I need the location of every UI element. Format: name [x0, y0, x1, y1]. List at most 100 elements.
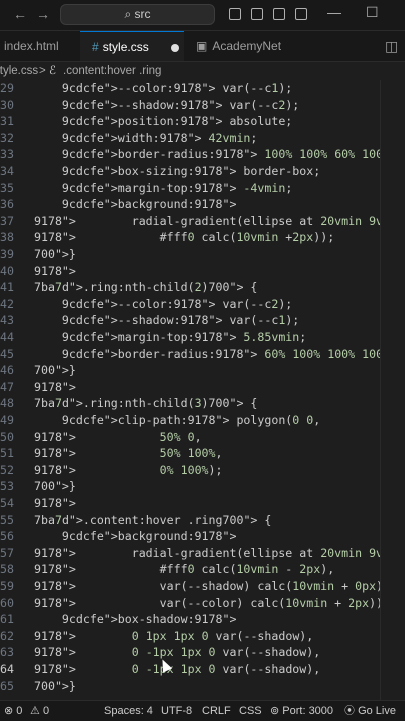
code-line[interactable]: 48 7ba7d">.ring:nth-child(3)700"> { — [0, 395, 380, 412]
eol-status[interactable]: CRLF — [202, 701, 231, 721]
code-line[interactable]: 47 9178"> — [0, 379, 380, 396]
command-center-search[interactable]: ⌕ src — [60, 4, 215, 25]
code-text[interactable]: 9cdcfe">width:9178"> 42vmin; — [34, 130, 257, 147]
code-line[interactable]: 39 700">} — [0, 246, 380, 263]
code-line[interactable]: 56 9cdcfe">background:9178"> — [0, 528, 380, 545]
code-line[interactable]: 44 9cdcfe">margin-top:9178"> 5.85vmin; — [0, 329, 380, 346]
toggle-sidebar-icon[interactable] — [229, 8, 241, 20]
code-line[interactable]: 33 9cdcfe">border-radius:9178"> 100% 100… — [0, 146, 397, 163]
code-line[interactable]: 63 9178"> 0 -1px 1px 0 var(--shadow), — [0, 644, 380, 661]
split-editor-icon[interactable]: ◫ — [385, 38, 398, 55]
code-text[interactable]: 9178"> — [34, 379, 76, 396]
code-line[interactable]: 53 700">} — [0, 478, 380, 495]
code-line[interactable]: 51 9178"> 50% 100%, — [0, 445, 380, 462]
tab-index-html[interactable]: index.html — [0, 31, 82, 61]
code-text[interactable]: 700">} — [34, 678, 76, 695]
code-text[interactable]: 9cdcfe">--color:9178"> var(--c2); — [34, 296, 292, 313]
code-text[interactable]: 7ba7d">.ring:nth-child(2)700"> { — [34, 279, 257, 296]
code-line[interactable]: 59 9178"> var(--shadow) calc(10vmin + 0px… — [0, 578, 390, 595]
code-text[interactable]: 9178"> var(--color) calc(10vmin + 2px)); — [34, 595, 390, 612]
code-text[interactable]: 7ba7d">.ring:nth-child(3)700"> { — [34, 395, 257, 412]
code-text[interactable]: 9178"> #fff0 calc(10vmin +2px)); — [34, 229, 334, 246]
toggle-secondary-sidebar-icon[interactable] — [273, 8, 285, 20]
code-text[interactable]: 9cdcfe">background:9178"> — [34, 528, 237, 545]
code-line[interactable]: 49 9cdcfe">clip-path:9178"> polygon(0 0, — [0, 412, 380, 429]
code-text[interactable]: 9178"> #fff0 calc(10vmin - 2px), — [34, 561, 334, 578]
code-line[interactable]: 57 9178"> radial-gradient(ellipse at 20vm… — [0, 545, 405, 562]
code-text[interactable]: 9cdcfe">margin-top:9178"> 5.85vmin; — [34, 329, 306, 346]
encoding-status[interactable]: UTF-8 — [161, 701, 192, 721]
code-line[interactable]: 55 7ba7d">.content:hover .ring700"> { — [0, 512, 380, 529]
code-text[interactable]: 9cdcfe">position:9178"> absolute; — [34, 113, 292, 130]
code-line[interactable]: 35 9cdcfe">margin-top:9178"> -4vmin; — [0, 180, 380, 197]
code-line[interactable]: 34 9cdcfe">box-sizing:9178"> border-box; — [0, 163, 380, 180]
code-line[interactable]: 52 9178"> 0% 100%); — [0, 462, 380, 479]
code-line[interactable]: 65 700">} — [0, 678, 380, 695]
code-text[interactable]: 9178"> radial-gradient(ellipse at 20vmin… — [34, 545, 405, 562]
code-text[interactable]: 9cdcfe">--shadow:9178"> var(--c1); — [34, 312, 299, 329]
code-text[interactable]: 700">} — [34, 362, 76, 379]
code-line[interactable]: 58 9178"> #fff0 calc(10vmin - 2px), — [0, 561, 380, 578]
code-line[interactable]: 50 9178"> 50% 0, — [0, 429, 380, 446]
errors-indicator[interactable]: ⊗ 0 — [4, 701, 22, 721]
go-live-button[interactable]: ⦿ Go Live — [344, 701, 396, 721]
code-line[interactable]: 42 9cdcfe">--color:9178"> var(--c2); — [0, 296, 380, 313]
code-text[interactable]: 9178"> radial-gradient(ellipse at 20vmin… — [34, 213, 405, 230]
code-text[interactable]: 9178"> 50% 100%, — [34, 445, 223, 462]
language-mode[interactable]: CSS — [239, 701, 262, 721]
code-line[interactable]: 32 9cdcfe">width:9178"> 42vmin; — [0, 130, 380, 147]
breadcrumb-symbol[interactable]: .content:hover .ring — [63, 62, 161, 80]
code-text[interactable]: 9cdcfe">--shadow:9178"> var(--c2); — [34, 97, 299, 114]
code-text[interactable]: 9cdcfe">margin-top:9178"> -4vmin; — [34, 180, 292, 197]
code-text[interactable]: 700">} — [34, 478, 76, 495]
back-button[interactable]: ← — [13, 6, 27, 22]
code-line[interactable]: 61 9cdcfe">box-shadow:9178"> — [0, 611, 380, 628]
code-text[interactable]: 9178"> var(--shadow) calc(10vmin + 0px), — [34, 578, 390, 595]
code-text[interactable]: 9178"> 0 -1px 1px 0 var(--shadow), — [34, 661, 320, 678]
minimap[interactable] — [381, 80, 405, 700]
indentation-status[interactable]: Spaces: 4 — [104, 701, 153, 721]
code-line[interactable]: 37 9178"> radial-gradient(ellipse at 20vm… — [0, 213, 405, 230]
code-text[interactable]: 9cdcfe">background:9178"> — [34, 196, 237, 213]
forward-button[interactable]: → — [36, 6, 50, 22]
code-line[interactable]: 64 9178"> 0 -1px 1px 0 var(--shadow), — [0, 661, 380, 678]
code-line[interactable]: 40 9178"> — [0, 263, 380, 280]
code-text[interactable]: 7ba7d">.content:hover .ring700"> { — [34, 512, 271, 529]
minimize-button[interactable]: — — [327, 4, 341, 20]
code-text[interactable]: 9178"> 50% 0, — [34, 429, 202, 446]
warnings-indicator[interactable]: ⚠ 0 — [30, 701, 49, 721]
tab-academynet[interactable]: ▣ AcademyNet — [192, 31, 306, 61]
code-line[interactable]: 46 700">} — [0, 362, 380, 379]
code-line[interactable]: 54 9178"> — [0, 495, 380, 512]
code-line[interactable]: 45 9cdcfe">border-radius:9178"> 60% 100%… — [0, 346, 397, 363]
code-text[interactable]: 9178"> 0% 100%); — [34, 462, 223, 479]
code-text[interactable]: 9cdcfe">box-shadow:9178"> — [34, 611, 237, 628]
code-line[interactable]: 43 9cdcfe">--shadow:9178"> var(--c1); — [0, 312, 380, 329]
code-line[interactable]: 62 9178"> 0 1px 1px 0 var(--shadow), — [0, 628, 380, 645]
code-line[interactable]: 29 9cdcfe">--color:9178"> var(--c1); — [0, 80, 380, 97]
code-text[interactable]: 700">} — [34, 246, 76, 263]
toggle-panel-icon[interactable] — [251, 8, 263, 20]
breadcrumb-file[interactable]: style.css — [0, 62, 38, 80]
code-text[interactable]: 9178"> 0 1px 1px 0 var(--shadow), — [34, 628, 313, 645]
port-status[interactable]: ⊚ Port: 3000 — [270, 701, 333, 721]
code-line[interactable]: 41 7ba7d">.ring:nth-child(2)700"> { — [0, 279, 380, 296]
code-text[interactable]: 9178"> — [34, 495, 76, 512]
code-line[interactable]: 60 9178"> var(--color) calc(10vmin + 2px)… — [0, 595, 390, 612]
customize-layout-icon[interactable] — [295, 8, 307, 20]
code-text[interactable]: 9178"> 0 -1px 1px 0 var(--shadow), — [34, 644, 320, 661]
code-text[interactable]: 9cdcfe">border-radius:9178"> 100% 100% 6… — [34, 146, 397, 163]
tab-style-css[interactable]: # style.css — [80, 31, 184, 61]
code-line[interactable]: 36 9cdcfe">background:9178"> — [0, 196, 380, 213]
code-line[interactable]: 30 9cdcfe">--shadow:9178"> var(--c2); — [0, 97, 380, 114]
code-text[interactable]: 9cdcfe">box-sizing:9178"> border-box; — [34, 163, 320, 180]
code-line[interactable]: 38 9178"> #fff0 calc(10vmin +2px)); — [0, 229, 380, 246]
code-text[interactable]: 9178"> — [34, 263, 76, 280]
code-editor[interactable]: 29 9cdcfe">--color:9178"> var(--c1); 30 9… — [0, 80, 405, 698]
code-line[interactable]: 31 9cdcfe">position:9178"> absolute; — [0, 113, 380, 130]
code-text[interactable]: 9cdcfe">--color:9178"> var(--c1); — [34, 80, 292, 97]
unsaved-dot-icon[interactable] — [170, 43, 179, 52]
code-text[interactable]: 9cdcfe">clip-path:9178"> polygon(0 0, — [34, 412, 320, 429]
maximize-button[interactable]: ☐ — [366, 4, 379, 21]
code-text[interactable]: 9cdcfe">border-radius:9178"> 60% 100% 10… — [34, 346, 397, 363]
